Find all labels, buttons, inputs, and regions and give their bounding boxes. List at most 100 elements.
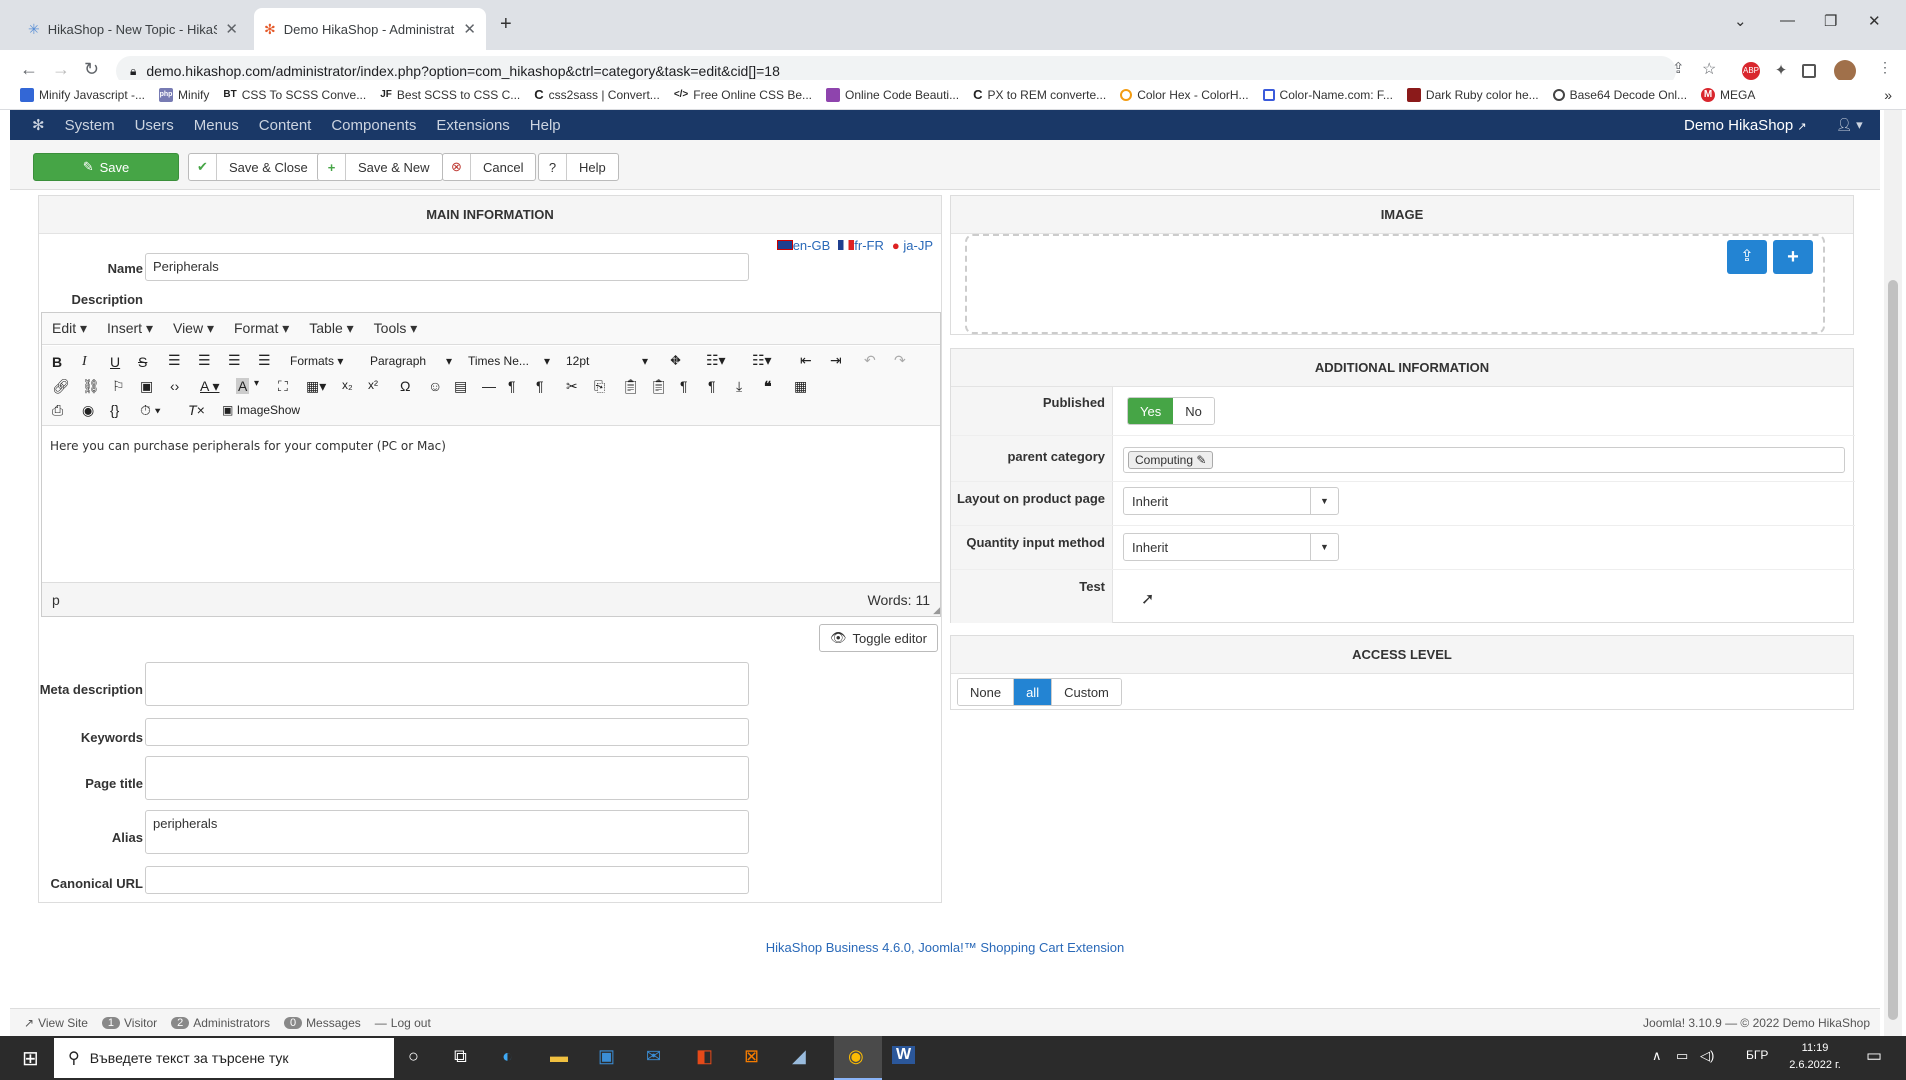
bookmark-item[interactable]: M MEGA (1701, 87, 1755, 102)
browser-tab-hikashop-topic[interactable]: ✳ HikaShop - New Topic - HikaSho ✕ (18, 8, 248, 50)
font-size-dropdown[interactable]: 12pt ▾ (566, 354, 648, 368)
meta-description-field[interactable] (145, 662, 749, 706)
menu-content[interactable]: Content (259, 117, 312, 134)
anchor-bookmark-icon[interactable]: ⚐ (112, 378, 125, 395)
horizontal-rule-icon[interactable]: — (482, 378, 496, 394)
bookmark-item[interactable]: Ccss2sass | Convert... (534, 87, 660, 102)
find-icon[interactable]: ⛖ (670, 352, 681, 369)
file-explorer-icon[interactable]: ▬ (550, 1046, 568, 1067)
editor-menu-insert[interactable]: Insert ▾ (107, 320, 153, 337)
ltr-icon[interactable]: ¶ (508, 378, 516, 394)
access-custom-button[interactable]: Custom (1051, 679, 1121, 705)
editor-menu-format[interactable]: Format ▾ (234, 320, 289, 337)
user-menu-icon[interactable]: 👤︎ ▾ (1836, 117, 1863, 133)
office-icon[interactable]: ◧ (696, 1046, 713, 1067)
volume-icon[interactable]: ◁) (1700, 1048, 1714, 1064)
align-center-icon[interactable]: ☰ (198, 352, 211, 369)
close-tab-icon[interactable]: ✕ (463, 20, 476, 38)
parent-category-field[interactable]: Computing ✎ (1123, 447, 1845, 473)
adblock-icon[interactable]: ABP (1742, 62, 1760, 80)
layout-select[interactable]: Inherit ▼ (1123, 487, 1339, 515)
canonical-url-field[interactable] (145, 866, 749, 894)
alias-field[interactable]: peripherals (145, 810, 749, 854)
add-image-button[interactable]: + (1773, 240, 1813, 274)
bookmark-item[interactable]: Dark Ruby color he... (1406, 87, 1539, 102)
undo-icon[interactable]: ↶ (864, 352, 876, 369)
copy-icon[interactable]: ⎘ (594, 378, 605, 395)
forward-arrow-icon[interactable]: → (52, 59, 70, 80)
administrators-link[interactable]: 2 Administrators (171, 1016, 270, 1030)
paste-icon[interactable]: 📋︎ (622, 378, 640, 395)
chrome-taskbar-button[interactable]: ◉ (834, 1036, 882, 1080)
menu-extensions[interactable]: Extensions (436, 117, 509, 134)
restore-button[interactable]: ❐ (1824, 12, 1837, 30)
menu-users[interactable]: Users (135, 117, 174, 134)
bg-color-arrow-icon[interactable]: ▾ (254, 378, 259, 389)
menu-system[interactable]: System (65, 117, 115, 134)
published-yes-button[interactable]: Yes (1128, 398, 1174, 424)
element-path[interactable]: p (52, 592, 60, 608)
extensions-icon[interactable]: ✦ (1772, 62, 1790, 80)
upload-button[interactable]: ⇪ (1727, 240, 1767, 274)
text-color-icon[interactable]: A ▾ (200, 378, 219, 395)
save-new-button[interactable]: + Save & New (317, 153, 443, 181)
view-site-link[interactable]: ↗ View Site (24, 1016, 88, 1030)
special-char-icon[interactable]: Ω (400, 378, 410, 394)
source-code-icon[interactable]: {} (110, 402, 119, 418)
paste-text-icon[interactable]: 📋︎ (650, 378, 668, 395)
print-icon[interactable]: ⎙ (52, 402, 63, 419)
visual-blocks-icon[interactable]: ¶ (708, 378, 716, 394)
task-view-icon[interactable]: ⧉ (454, 1046, 467, 1067)
lang-fr-fr[interactable]: fr-FR (838, 238, 884, 253)
bookmark-item[interactable]: JF Best SCSS to CSS C... (380, 88, 520, 102)
help-button[interactable]: ? Help (538, 153, 619, 181)
tray-chevron-icon[interactable]: ∧ (1652, 1048, 1662, 1064)
notifications-icon[interactable]: ▭ (1866, 1046, 1882, 1066)
bookmark-item[interactable]: Online Code Beauti... (826, 87, 959, 102)
visitors-link[interactable]: 1 Visitor (101, 1016, 157, 1030)
taskbar-search-box[interactable]: ⚲ Въведете текст за търсене тук (54, 1038, 394, 1078)
imageshow-button[interactable]: ▣ ImageShow (222, 403, 300, 417)
align-left-icon[interactable]: ☰ (168, 352, 181, 369)
editor-menu-table[interactable]: Table ▾ (309, 320, 353, 337)
quantity-method-select[interactable]: Inherit ▼ (1123, 533, 1339, 561)
formats-dropdown[interactable]: Formats ▾ (290, 354, 343, 368)
store-icon[interactable]: ▣ (598, 1046, 615, 1067)
bookmark-item[interactable]: Minify Javascript -... (20, 87, 145, 102)
bookmark-item[interactable]: Color-Name.com: F... (1262, 88, 1393, 102)
toggle-editor-button[interactable]: 👁︎ Toggle editor (819, 624, 938, 652)
messages-link[interactable]: 0 Messages (283, 1016, 361, 1030)
new-tab-button[interactable]: + (500, 13, 512, 36)
template-icon[interactable]: ▦ (794, 378, 807, 395)
image-icon[interactable]: ▣ (140, 378, 153, 395)
scrollbar[interactable] (1884, 110, 1902, 1036)
joomla-logo-icon[interactable]: ✻ (32, 116, 45, 134)
bookmark-item[interactable]: Base64 Decode Onl... (1552, 88, 1687, 102)
editor-menu-tools[interactable]: Tools ▾ (374, 320, 418, 337)
cortana-icon[interactable]: ○ (408, 1046, 419, 1067)
clock[interactable]: 11:19 2.6.2022 г. (1780, 1040, 1850, 1074)
insert-file-icon[interactable]: ⤓ (736, 378, 742, 395)
bookmark-item[interactable]: </> Free Online CSS Be... (674, 88, 812, 102)
windows-start-icon[interactable]: ⊞ (22, 1046, 39, 1071)
image-dropzone[interactable] (965, 234, 1825, 334)
save-button[interactable]: ✎ Save (33, 153, 179, 181)
avatar[interactable] (1834, 60, 1856, 82)
close-tab-icon[interactable]: ✕ (225, 20, 238, 38)
scrollbar-thumb[interactable] (1888, 280, 1898, 1020)
more-bookmarks-icon[interactable]: » (1884, 87, 1892, 103)
language-indicator[interactable]: БГР (1746, 1048, 1768, 1062)
cut-icon[interactable]: ✂ (566, 378, 578, 395)
emoticons-icon[interactable]: ☺ (428, 378, 442, 394)
outdent-icon[interactable]: ⇤ (800, 352, 812, 369)
align-right-icon[interactable]: ☰ (228, 352, 241, 369)
network-icon[interactable]: ▭ (1676, 1048, 1688, 1064)
footer-link[interactable]: HikaShop Business 4.6.0, Joomla!™ Shoppi… (10, 940, 1880, 955)
editor-content-area[interactable]: Here you can purchase peripherals for yo… (50, 439, 446, 453)
clear-formatting-icon[interactable]: T× (188, 402, 205, 418)
background-color-icon[interactable]: A (236, 378, 250, 394)
minimize-button[interactable]: — (1780, 12, 1795, 29)
access-none-button[interactable]: None (958, 679, 1015, 705)
bookmark-item[interactable]: C PX to REM converte... (973, 87, 1106, 102)
redo-icon[interactable]: ↷ (894, 352, 906, 369)
